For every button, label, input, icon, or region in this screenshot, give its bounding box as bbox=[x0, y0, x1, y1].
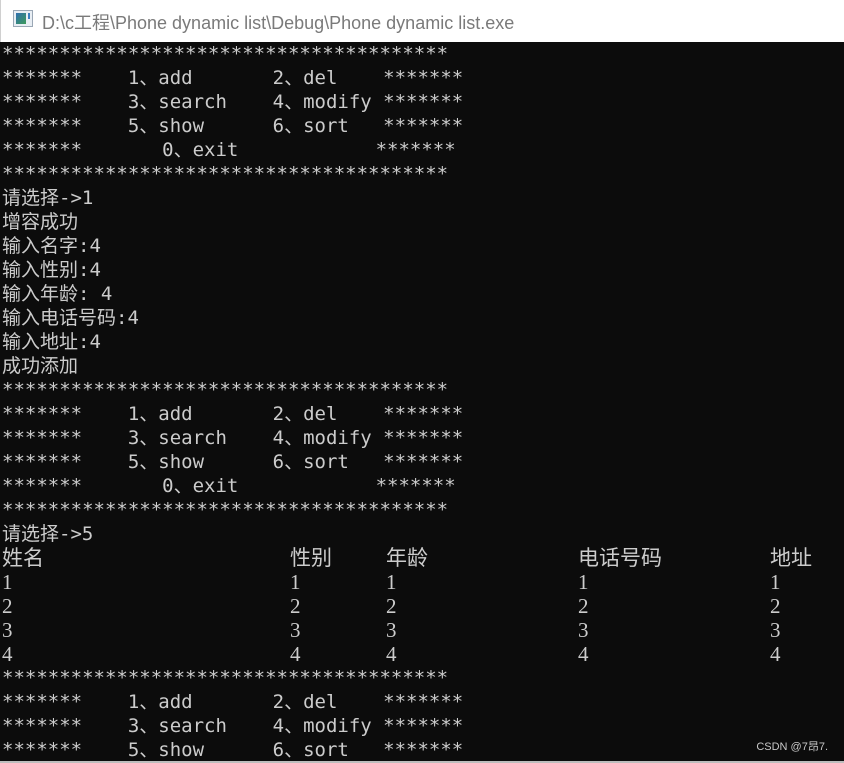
cell-age: 3 bbox=[386, 618, 397, 642]
menu-row: ******* 3、search 4、modify ******* bbox=[2, 91, 464, 113]
cell-name: 1 bbox=[2, 570, 13, 594]
output-line: 输入性别:4 bbox=[2, 259, 101, 281]
console-app-icon bbox=[13, 10, 33, 27]
menu-row: ******* 0、exit ******* bbox=[2, 139, 456, 161]
cell-gender: 4 bbox=[290, 642, 301, 666]
cell-phone: 1 bbox=[578, 570, 589, 594]
cell-name: 4 bbox=[2, 642, 13, 666]
cell-gender: 2 bbox=[290, 594, 301, 618]
cell-name: 2 bbox=[2, 594, 13, 618]
output-line: 输入名字:4 bbox=[2, 235, 101, 257]
menu-border: *************************************** bbox=[2, 667, 449, 689]
title-bar: D:\c工程\Phone dynamic list\Debug\Phone dy… bbox=[0, 0, 844, 42]
cell-phone: 3 bbox=[578, 618, 589, 642]
output-line: 输入电话号码:4 bbox=[2, 307, 139, 329]
cell-age: 2 bbox=[386, 594, 397, 618]
menu-border: *************************************** bbox=[2, 379, 449, 401]
header-phone: 电话号码 bbox=[578, 546, 662, 570]
watermark: CSDN @7昂7. bbox=[756, 741, 828, 753]
menu-row: ******* 3、search 4、modify ******* bbox=[2, 427, 464, 449]
menu-row: ******* 1、add 2、del ******* bbox=[2, 67, 464, 89]
prompt-line: 请选择->5 bbox=[2, 523, 94, 545]
menu-row: ******* 5、show 6、sort ******* bbox=[2, 451, 464, 473]
console-output[interactable]: *************************************** … bbox=[0, 42, 844, 763]
cell-phone: 2 bbox=[578, 594, 589, 618]
cell-name: 3 bbox=[2, 618, 13, 642]
cell-address: 2 bbox=[770, 594, 781, 618]
menu-border: *************************************** bbox=[2, 163, 449, 185]
menu-row: ******* 5、show 6、sort ******* bbox=[2, 739, 464, 761]
menu-row: ******* 1、add 2、del ******* bbox=[2, 691, 464, 713]
output-line: 增容成功 bbox=[2, 211, 79, 233]
menu-row: ******* 3、search 4、modify ******* bbox=[2, 715, 464, 737]
cell-gender: 1 bbox=[290, 570, 301, 594]
menu-border: *************************************** bbox=[2, 499, 449, 521]
prompt-line: 请选择->1 bbox=[2, 187, 94, 209]
menu-border: *************************************** bbox=[2, 43, 449, 65]
cell-address: 4 bbox=[770, 642, 781, 666]
cell-address: 3 bbox=[770, 618, 781, 642]
output-line: 输入地址:4 bbox=[2, 331, 101, 353]
output-line: 输入年龄: 4 bbox=[2, 283, 113, 305]
cell-age: 4 bbox=[386, 642, 397, 666]
menu-row: ******* 5、show 6、sort ******* bbox=[2, 115, 464, 137]
cell-age: 1 bbox=[386, 570, 397, 594]
menu-row: ******* 1、add 2、del ******* bbox=[2, 403, 464, 425]
header-name: 姓名 bbox=[2, 546, 44, 570]
header-gender: 性别 bbox=[290, 546, 332, 570]
header-age: 年龄 bbox=[386, 546, 428, 570]
header-address: 地址 bbox=[770, 546, 812, 570]
menu-row: ******* 0、exit ******* bbox=[2, 475, 456, 497]
cell-gender: 3 bbox=[290, 618, 301, 642]
output-line: 成功添加 bbox=[2, 355, 79, 377]
window-title: D:\c工程\Phone dynamic list\Debug\Phone dy… bbox=[42, 13, 515, 33]
cell-phone: 4 bbox=[578, 642, 589, 666]
cell-address: 1 bbox=[770, 570, 781, 594]
